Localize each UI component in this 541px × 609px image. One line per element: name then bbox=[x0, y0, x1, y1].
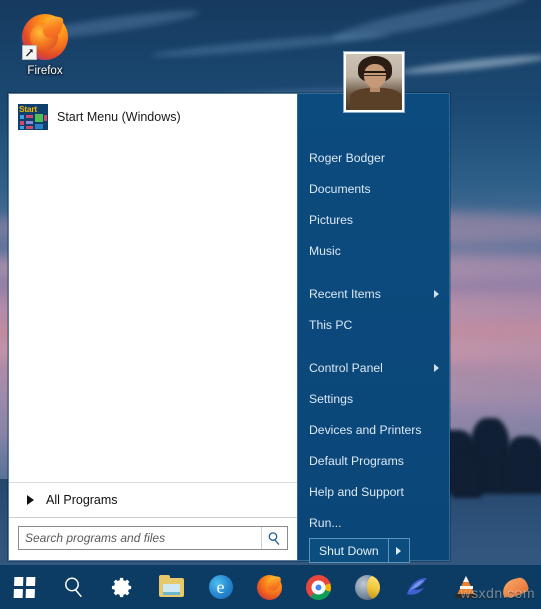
desktop-screen: Firefox Start Start Menu (Windows) All P… bbox=[0, 0, 541, 609]
taskbar-settings-button[interactable] bbox=[98, 565, 147, 609]
edge-glyph: e bbox=[216, 577, 225, 597]
search-icon bbox=[268, 531, 280, 545]
menu-item-label: This PC bbox=[309, 317, 353, 332]
orange-crescent-icon bbox=[499, 575, 530, 599]
user-avatar-photo bbox=[345, 54, 402, 110]
chrome-icon bbox=[306, 574, 331, 600]
menu-item-label: Music bbox=[309, 243, 341, 258]
taskbar-mango-app-button[interactable] bbox=[490, 565, 539, 609]
all-programs-button[interactable]: All Programs bbox=[9, 482, 297, 517]
windows-logo-icon bbox=[13, 576, 36, 598]
menu-item-default-programs[interactable]: Default Programs bbox=[298, 445, 449, 476]
menu-item-label: Devices and Printers bbox=[309, 422, 422, 437]
search-icon bbox=[64, 577, 82, 598]
menu-item-label: Run... bbox=[309, 515, 342, 530]
menu-item-recent-items[interactable]: Recent Items bbox=[298, 278, 449, 309]
start-menu-group-2: Recent Items This PC bbox=[298, 278, 449, 340]
avatar[interactable] bbox=[343, 52, 404, 112]
gear-icon bbox=[111, 577, 132, 597]
shutdown-options-button[interactable] bbox=[387, 539, 409, 562]
list-item[interactable]: Start Start Menu (Windows) bbox=[9, 100, 297, 134]
menu-item-label: Default Programs bbox=[309, 453, 404, 468]
menu-item-label: Control Panel bbox=[309, 360, 383, 375]
start-button[interactable] bbox=[0, 565, 49, 609]
menu-item-music[interactable]: Music bbox=[298, 235, 449, 266]
desktop-icon-label: Firefox bbox=[27, 65, 63, 77]
start-menu-left-pane: Start Start Menu (Windows) All Programs … bbox=[8, 93, 297, 561]
blue-swoosh-icon bbox=[406, 577, 428, 595]
shutdown-label: Shut Down bbox=[319, 543, 379, 558]
taskbar-file-explorer-button[interactable] bbox=[147, 565, 196, 609]
chevron-right-icon bbox=[434, 289, 439, 298]
start-menu-tile-icon: Start bbox=[18, 104, 48, 130]
menu-item-label: Documents bbox=[309, 181, 371, 196]
desktop-icon-firefox[interactable]: Firefox bbox=[8, 14, 82, 78]
taskbar-vlc-button[interactable] bbox=[441, 565, 490, 609]
start-menu-group-1: Roger Bodger Documents Pictures Music bbox=[298, 142, 449, 266]
taskbar-swoosh-app-button[interactable] bbox=[392, 565, 441, 609]
pinned-list-empty-area bbox=[9, 134, 297, 482]
search-button[interactable] bbox=[261, 527, 287, 549]
taskbar-chrome-button[interactable] bbox=[294, 565, 343, 609]
menu-item-label: Roger Bodger bbox=[309, 150, 385, 165]
menu-item-pictures[interactable]: Pictures bbox=[298, 204, 449, 235]
seamonkey-icon bbox=[355, 574, 380, 600]
start-menu-right-pane: Roger Bodger Documents Pictures Music Re… bbox=[297, 52, 450, 563]
taskbar-firefox-button[interactable] bbox=[245, 565, 294, 609]
menu-item-label: Settings bbox=[309, 391, 354, 406]
shortcut-overlay-icon bbox=[22, 45, 37, 60]
search-area bbox=[9, 517, 297, 560]
search-box[interactable] bbox=[18, 526, 288, 550]
menu-item-help-and-support[interactable]: Help and Support bbox=[298, 476, 449, 507]
menu-item-user[interactable]: Roger Bodger bbox=[298, 142, 449, 173]
edge-icon: e bbox=[208, 575, 233, 599]
pinned-programs-list: Start Start Menu (Windows) bbox=[9, 94, 297, 134]
menu-item-run[interactable]: Run... bbox=[298, 507, 449, 538]
menu-item-settings[interactable]: Settings bbox=[298, 383, 449, 414]
search-input[interactable] bbox=[19, 527, 261, 549]
start-menu-group-3: Control Panel Settings Devices and Print… bbox=[298, 352, 449, 538]
chevron-right-icon bbox=[396, 546, 402, 555]
chevron-right-icon bbox=[434, 363, 439, 372]
list-item-label: Start Menu (Windows) bbox=[57, 110, 181, 124]
right-arrow-icon bbox=[27, 495, 34, 505]
tile-word: Start bbox=[19, 104, 37, 114]
menu-item-label: Pictures bbox=[309, 212, 354, 227]
folder-icon bbox=[159, 574, 184, 597]
menu-item-control-panel[interactable]: Control Panel bbox=[298, 352, 449, 383]
taskbar-seamonkey-button[interactable] bbox=[343, 565, 392, 609]
vlc-cone-icon bbox=[454, 575, 478, 599]
menu-item-label: Recent Items bbox=[309, 286, 381, 301]
menu-item-label: Help and Support bbox=[309, 484, 404, 499]
taskbar-search-button[interactable] bbox=[49, 565, 98, 609]
firefox-icon bbox=[257, 574, 282, 600]
shutdown-button[interactable]: Shut Down bbox=[309, 538, 410, 563]
menu-item-documents[interactable]: Documents bbox=[298, 173, 449, 204]
menu-item-devices-and-printers[interactable]: Devices and Printers bbox=[298, 414, 449, 445]
taskbar: e bbox=[0, 565, 541, 609]
menu-item-this-pc[interactable]: This PC bbox=[298, 309, 449, 340]
taskbar-edge-button[interactable]: e bbox=[196, 565, 245, 609]
start-menu: Start Start Menu (Windows) All Programs … bbox=[8, 52, 450, 563]
firefox-icon bbox=[22, 14, 68, 60]
all-programs-label: All Programs bbox=[46, 493, 118, 507]
